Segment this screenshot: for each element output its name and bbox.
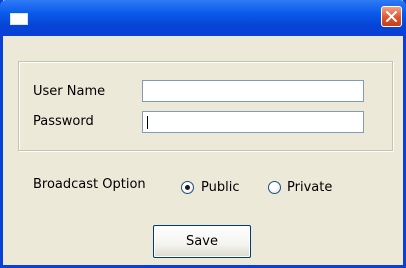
username-label: User Name	[33, 84, 106, 99]
close-button[interactable]	[381, 6, 402, 27]
password-label: Password	[33, 114, 94, 129]
public-radio-label[interactable]: Public	[201, 180, 239, 195]
close-icon	[386, 11, 397, 22]
text-caret	[147, 116, 148, 129]
public-radio[interactable]	[181, 181, 194, 194]
username-input[interactable]	[142, 80, 364, 102]
credentials-group	[18, 61, 393, 151]
private-radio-label[interactable]: Private	[287, 180, 332, 195]
dialog-window: User Name Password Broadcast Option Publ…	[0, 0, 406, 268]
save-button[interactable]: Save	[153, 225, 251, 258]
title-bar[interactable]	[0, 0, 406, 36]
private-radio[interactable]	[268, 181, 281, 194]
password-input[interactable]	[142, 111, 364, 133]
broadcast-option-label: Broadcast Option	[33, 177, 146, 192]
window-icon	[10, 13, 28, 25]
